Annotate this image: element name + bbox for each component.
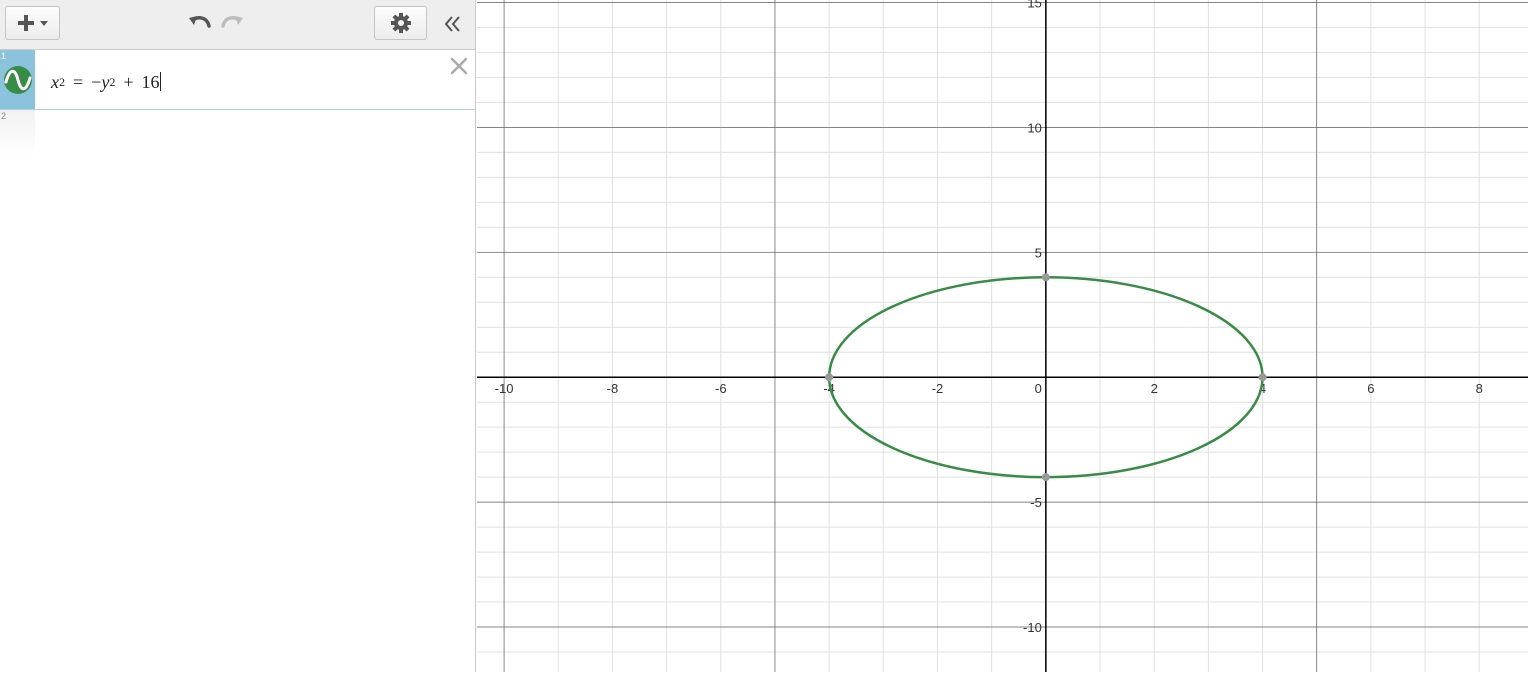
caret-down-icon: [39, 21, 48, 26]
gear-icon: [390, 13, 411, 33]
settings-button[interactable]: [374, 6, 427, 40]
plus-sign: +: [123, 72, 134, 92]
tick-labels: -10 -8 -6 -4 -2 0 2 4 6 8-10-551015: [495, 0, 1483, 635]
x-tick-label: -6: [715, 381, 727, 396]
expression-list: 1 x2 = − y2 + 16 2: [0, 50, 475, 158]
expression-panel: 1 x2 = − y2 + 16 2: [0, 0, 476, 672]
x-tick-label: 6: [1367, 381, 1374, 396]
text-cursor: [160, 72, 162, 91]
add-item-button[interactable]: [5, 6, 60, 40]
x-tick-label: -2: [932, 381, 944, 396]
empty-expression-row[interactable]: 2: [0, 110, 475, 158]
undo-button[interactable]: [184, 8, 214, 40]
point-of-interest[interactable]: [1041, 273, 1050, 282]
constant-term: 16: [141, 72, 160, 92]
delete-expression-button[interactable]: [447, 54, 471, 78]
expression-input[interactable]: x2 = − y2 + 16: [51, 69, 162, 97]
expression-toolbar: [0, 0, 475, 50]
graph-style-badge[interactable]: [3, 65, 32, 94]
x-tick-label: 2: [1151, 381, 1158, 396]
major-gridlines: [477, 0, 1528, 672]
rhs-exponent: 2: [109, 75, 116, 89]
point-of-interest[interactable]: [825, 373, 834, 382]
collapse-panel-button[interactable]: [440, 8, 466, 40]
x-tick-label: -10: [495, 381, 514, 396]
close-icon: [450, 57, 468, 75]
y-tick-label: 10: [1027, 120, 1041, 135]
x-tick-label: 8: [1476, 381, 1483, 396]
double-chevron-left-icon: [444, 16, 460, 32]
point-of-interest[interactable]: [1258, 373, 1267, 382]
undo-icon: [189, 16, 211, 28]
point-of-interest[interactable]: [1041, 473, 1050, 482]
x-tick-label: -8: [607, 381, 619, 396]
expression-tab[interactable]: 2: [0, 110, 35, 158]
y-tick-label: -5: [1030, 495, 1042, 510]
equals-sign: =: [73, 72, 84, 92]
expression-tab[interactable]: 1: [0, 50, 35, 109]
minor-gridlines: [477, 0, 1528, 672]
graph-canvas[interactable]: -10 -8 -6 -4 -2 0 2 4 6 8 -10 -5 5 10 15: [477, 0, 1528, 672]
expression-row[interactable]: 1 x2 = − y2 + 16: [0, 50, 475, 110]
x-tick-label: 0: [1035, 381, 1042, 396]
expression-index: 1: [1, 51, 7, 61]
y-tick-label: 15: [1027, 0, 1041, 10]
redo-icon: [221, 16, 243, 28]
rhs-variable: y: [101, 72, 110, 92]
sine-wave-icon: [4, 69, 31, 90]
redo-button[interactable]: [218, 8, 248, 40]
plus-icon: [17, 15, 34, 31]
minus-sign: −: [91, 72, 102, 92]
lhs-variable: x: [51, 72, 59, 92]
axes: [477, 0, 1528, 672]
lhs-exponent: 2: [59, 75, 65, 89]
y-tick-label: -10: [1023, 620, 1042, 635]
graph-svg[interactable]: -10 -8 -6 -4 -2 0 2 4 6 8-10-551015: [477, 0, 1528, 672]
y-tick-label: 5: [1035, 245, 1042, 260]
expression-index: 2: [1, 111, 7, 121]
